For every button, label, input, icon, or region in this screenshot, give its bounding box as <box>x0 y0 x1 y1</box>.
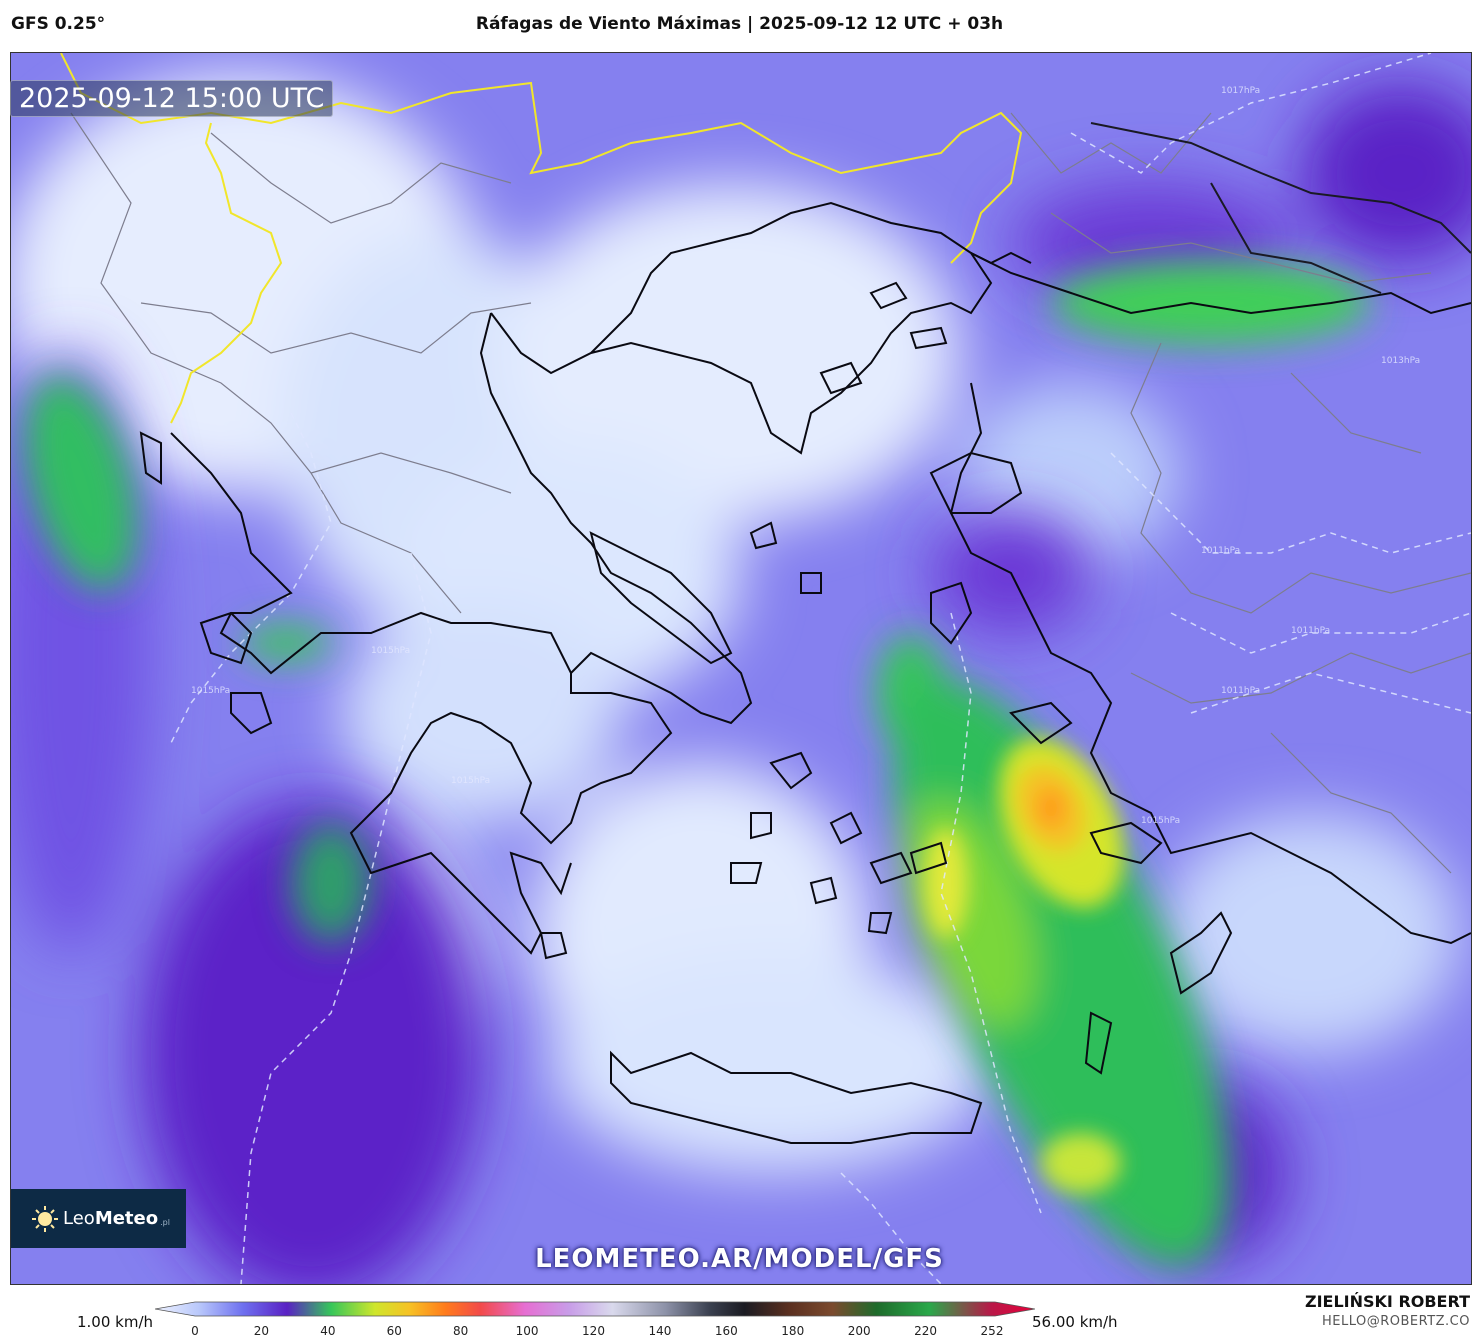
isobar-label: 1015hPa <box>191 686 230 696</box>
legend-max-label: 56.00 km/h <box>1032 1313 1118 1331</box>
legend-tick-label: 180 <box>781 1324 805 1338</box>
logo-wordmark: LeoMeteo <box>63 1208 159 1229</box>
chart-title: Ráfagas de Viento Máximas | 2025-09-12 1… <box>475 14 1004 34</box>
sun-icon <box>32 1205 58 1232</box>
watermark-url: LEOMETEO.AR/MODEL/GFS <box>535 1244 944 1274</box>
legend-tick-label: 0 <box>191 1324 199 1338</box>
isobar-label: 1011hPa <box>1291 626 1330 636</box>
legend-tick-label: 200 <box>847 1324 871 1338</box>
isobar-label: 1013hPa <box>1381 356 1420 366</box>
legend-tick-label: 252 <box>980 1324 1004 1338</box>
isobar-label: 1017hPa <box>1221 86 1260 96</box>
isobar-label: 1015hPa <box>371 646 410 656</box>
legend-tick-label: 220 <box>914 1324 938 1338</box>
isobar-label: 1011hPa <box>1201 546 1240 556</box>
wind-gust-map[interactable]: 1017hPa 1015hPa 1013hPa 1011hPa 1011hPa … <box>10 52 1472 1285</box>
legend-min-label: 1.00 km/h <box>77 1313 154 1331</box>
legend-tick-label: 100 <box>515 1324 539 1338</box>
legend-tick-label: 160 <box>714 1324 738 1338</box>
legend-tick-label: 80 <box>453 1324 469 1338</box>
legend-footer: 1.00 km/h 0 20 40 60 80 100 120 140 160 … <box>0 1284 1479 1339</box>
legend-tick-label: 120 <box>582 1324 605 1338</box>
isobar-label: 1011hPa <box>1221 686 1260 696</box>
valid-time-badge: 2025-09-12 15:00 UTC <box>10 80 334 117</box>
legend-tick-label: 40 <box>320 1324 336 1338</box>
leometeo-logo[interactable]: LeoMeteo .pl <box>11 1189 186 1248</box>
header: GFS 0.25° Ráfagas de Viento Máximas | 20… <box>0 0 1479 52</box>
isobar-label: 1015hPa <box>1141 816 1180 826</box>
legend-tick-label: 140 <box>648 1324 672 1338</box>
isobar-label: 1015hPa <box>451 776 490 786</box>
author-email[interactable]: HELLO@ROBERTZ.CO <box>1322 1314 1470 1329</box>
map-canvas: 1017hPa 1015hPa 1013hPa 1011hPa 1011hPa … <box>11 53 1471 1284</box>
color-scale-bar <box>155 1301 1035 1317</box>
legend-tick-label: 60 <box>386 1324 402 1338</box>
logo-suffix: .pl <box>160 1218 170 1227</box>
author-name: ZIELIŃSKI ROBERT <box>1304 1292 1470 1311</box>
legend-tick-label: 20 <box>253 1324 270 1338</box>
